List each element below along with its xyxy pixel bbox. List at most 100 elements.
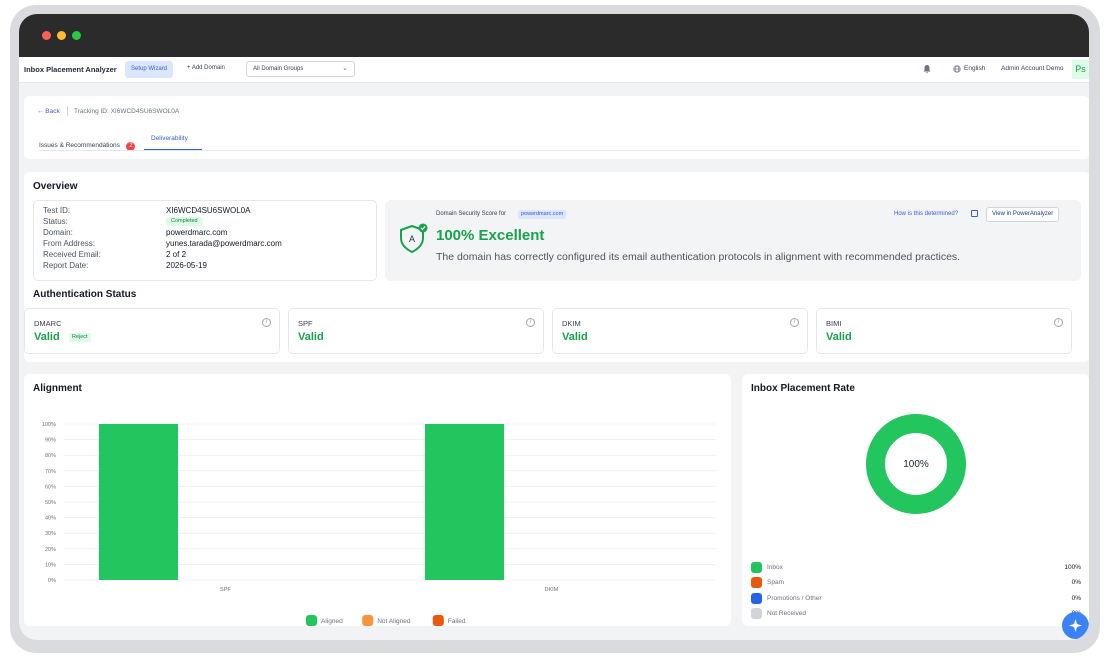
shield-grade-icon: A bbox=[400, 223, 428, 254]
report-date-value: 2026-05-19 bbox=[166, 261, 207, 270]
legend-name: Spam bbox=[767, 579, 784, 586]
test-id-value: XI6WCD4SU6SWOL0A bbox=[166, 206, 251, 215]
tab-deliverability[interactable]: Deliverability bbox=[144, 132, 202, 150]
score-headline: 100% Excellent bbox=[436, 227, 545, 244]
y-tick-label: 90% bbox=[45, 438, 56, 444]
tab-issues[interactable]: Issues & Recommendations 2 bbox=[39, 134, 136, 151]
from-address-value: yunes.tarada@powerdmarc.com bbox=[166, 239, 282, 248]
sparkle-icon bbox=[1069, 619, 1082, 632]
overview-title: Overview bbox=[33, 181, 78, 192]
legend-name: Promotions / Other bbox=[767, 595, 822, 602]
x-tick-label: SPF bbox=[220, 587, 231, 593]
dkim-info-icon[interactable]: i bbox=[790, 318, 799, 327]
legend-percent: 0% bbox=[1071, 595, 1081, 602]
legend-percent: 0% bbox=[1071, 579, 1081, 586]
legend-swatch bbox=[751, 577, 762, 588]
auth-card-dmarc: DMARC Valid Reject i bbox=[24, 308, 280, 354]
bar-aligned bbox=[99, 424, 178, 580]
spf-label: SPF bbox=[298, 319, 313, 328]
add-domain-button[interactable]: + Add Domain bbox=[187, 65, 225, 71]
legend-swatch bbox=[432, 615, 444, 626]
test-id-label: Test ID: bbox=[43, 206, 71, 215]
y-tick-label: 50% bbox=[45, 500, 56, 506]
placement-legend-spam: Spam 0% bbox=[751, 577, 1081, 589]
back-link[interactable]: ← Back bbox=[37, 108, 60, 115]
close-window-button[interactable] bbox=[42, 31, 51, 40]
tab-issues-label: Issues & Recommendations bbox=[39, 142, 120, 149]
y-tick-label: 40% bbox=[45, 516, 56, 522]
auth-card-spf: SPF Valid i bbox=[288, 308, 544, 354]
y-tick-label: 100% bbox=[42, 422, 56, 428]
legend-swatch bbox=[306, 615, 317, 626]
divider bbox=[67, 106, 68, 116]
legend-label: Failed bbox=[448, 618, 466, 625]
app-title: Inbox Placement Analyzer bbox=[24, 65, 117, 74]
y-tick-label: 30% bbox=[45, 531, 56, 537]
maximize-window-button[interactable] bbox=[72, 31, 81, 40]
window-titlebar bbox=[19, 14, 1089, 57]
bimi-label: BIMI bbox=[826, 319, 842, 328]
score-domain-badge: powerdmarc.com bbox=[518, 210, 567, 219]
dmarc-policy-badge: Reject bbox=[69, 333, 91, 342]
bimi-info-icon[interactable]: i bbox=[1054, 318, 1063, 327]
report-date-label: Report Date: bbox=[43, 261, 89, 270]
auth-card-dkim: DKIM Valid i bbox=[552, 308, 808, 354]
how-determined-link[interactable]: How is this determined? bbox=[894, 211, 958, 217]
chevron-down-icon: ⌄ bbox=[342, 65, 348, 72]
ai-assistant-button[interactable] bbox=[1062, 612, 1089, 639]
from-address-label: From Address: bbox=[43, 239, 96, 248]
setup-wizard-button[interactable]: Setup Wizard bbox=[125, 61, 174, 78]
avatar[interactable]: Ps bbox=[1072, 60, 1089, 79]
received-email-label: Received Email: bbox=[43, 250, 101, 259]
auth-card-bimi: BIMI Valid i bbox=[816, 308, 1072, 354]
x-tick-label: DKIM bbox=[545, 587, 559, 593]
domain-groups-value: All Domain Groups bbox=[253, 66, 304, 72]
legend-swatch bbox=[751, 608, 762, 619]
top-navigation: Inbox Placement Analyzer Setup Wizard + … bbox=[19, 57, 1089, 83]
donut-center-label: 100% bbox=[903, 459, 929, 470]
status-label: Status: bbox=[43, 217, 68, 226]
y-tick-label: 10% bbox=[45, 562, 56, 568]
score-label: Domain Security Score for bbox=[436, 211, 507, 217]
status-badge: Completed bbox=[166, 217, 203, 226]
legend-percent: 100% bbox=[1064, 564, 1081, 571]
legend-name: Not Received bbox=[767, 610, 807, 617]
legend-label: Aligned bbox=[321, 618, 343, 625]
app-screen: Inbox Placement Analyzer Setup Wizard + … bbox=[19, 14, 1089, 640]
minimize-window-button[interactable] bbox=[57, 31, 66, 40]
domain-groups-select[interactable]: All Domain Groups ⌄ bbox=[246, 61, 355, 77]
dkim-value: Valid bbox=[562, 331, 588, 343]
placement-legend-promotions: Promotions / Other 0% bbox=[751, 593, 1081, 605]
legend-swatch bbox=[751, 593, 762, 604]
view-in-poweranalyzer-button[interactable]: View in PowerAnalyzer bbox=[986, 207, 1060, 222]
tab-deliverability-label: Deliverability bbox=[151, 135, 188, 142]
tabs-divider bbox=[39, 150, 1080, 151]
globe-icon bbox=[953, 65, 961, 73]
y-tick-label: 60% bbox=[45, 484, 56, 490]
security-score-panel: Domain Security Score for powerdmarc.com… bbox=[385, 200, 1081, 281]
received-email-value: 2 of 2 bbox=[166, 250, 187, 259]
y-tick-label: 80% bbox=[45, 453, 56, 459]
spf-info-icon[interactable]: i bbox=[526, 318, 535, 327]
dmarc-label: DMARC bbox=[34, 319, 62, 328]
domain-value: powerdmarc.com bbox=[166, 228, 228, 237]
y-tick-label: 20% bbox=[45, 547, 56, 553]
external-link-icon bbox=[971, 210, 978, 217]
y-tick-label: 0% bbox=[48, 578, 56, 584]
language-selector[interactable]: English bbox=[964, 65, 985, 72]
legend-swatch bbox=[362, 615, 374, 626]
dmarc-info-icon[interactable]: i bbox=[262, 318, 271, 327]
bar-aligned bbox=[425, 424, 504, 580]
legend-swatch bbox=[751, 562, 762, 573]
inbox-placement-title: Inbox Placement Rate bbox=[751, 383, 855, 394]
auth-status-title: Authentication Status bbox=[33, 289, 137, 300]
dkim-label: DKIM bbox=[562, 319, 581, 328]
grade-letter: A bbox=[409, 234, 415, 244]
tracking-id: Tracking ID: XI6WCD4SU6SWOL0A bbox=[74, 108, 180, 115]
bell-icon[interactable] bbox=[922, 64, 932, 74]
placement-legend-not-received: Not Received 0% bbox=[751, 608, 1081, 620]
y-tick-label: 70% bbox=[45, 469, 56, 475]
alignment-chart: 0% 10% 20% 30% 40% 50% 60% 70% 80% 90% 100% SPF DKIM… bbox=[42, 422, 716, 626]
legend-label: Not Aligned bbox=[377, 618, 411, 625]
account-menu[interactable]: Admin Account Demo bbox=[1001, 65, 1064, 72]
